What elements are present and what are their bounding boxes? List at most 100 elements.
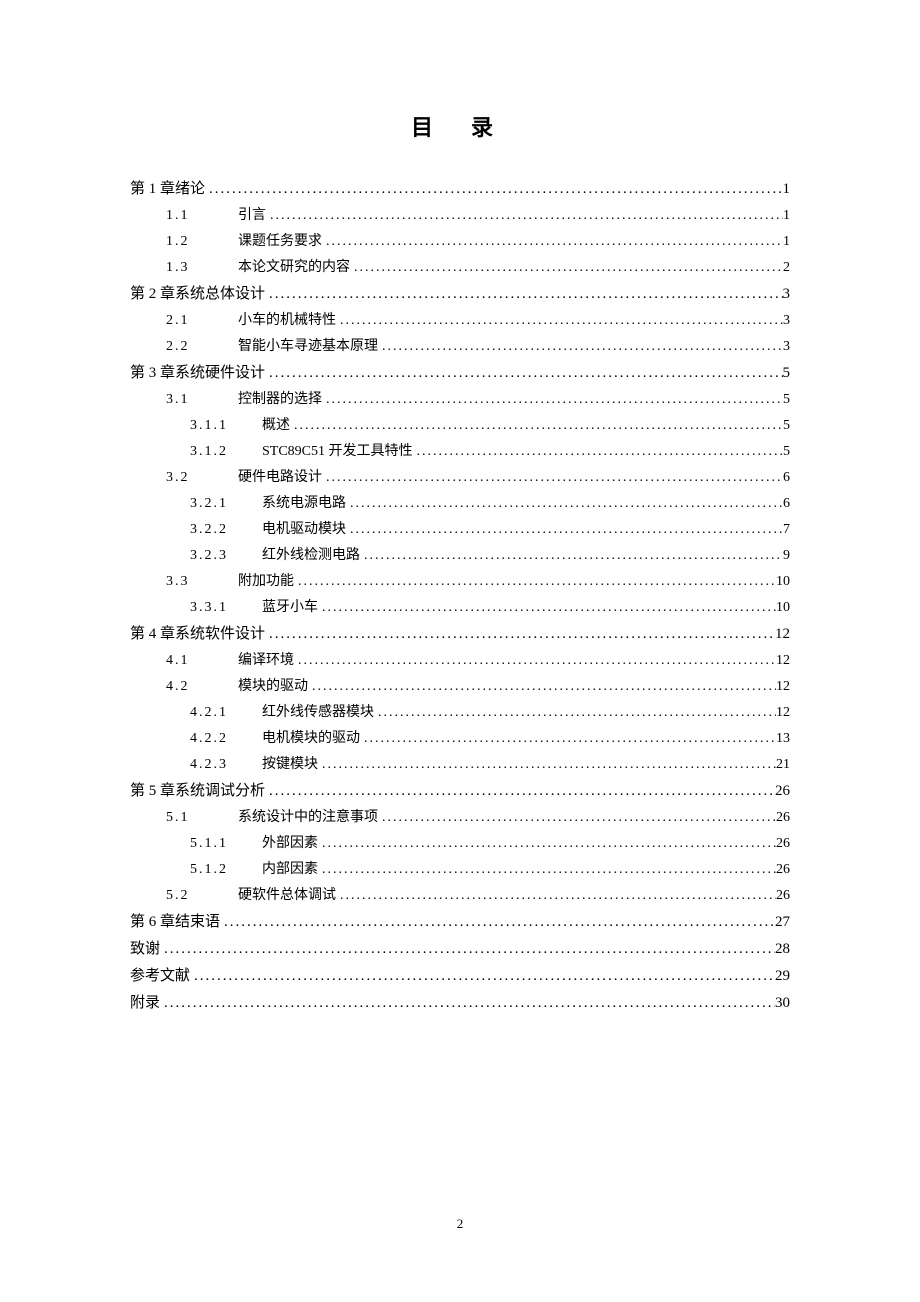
toc-dot-leader [318,601,776,615]
toc-entry: 2.1小车的机械特性3 [130,314,790,328]
toc-entry-page: 5 [783,445,790,459]
toc-entry-number: 5.1 [166,811,238,825]
toc-entry: 5.1系统设计中的注意事项 26 [130,811,790,825]
toc-entry-label: 电机模块的驱动 [262,732,360,746]
toc-entry-page: 12 [776,680,790,694]
toc-dot-leader [350,261,783,275]
toc-entry-page: 12 [776,706,790,720]
toc-entry-number: 2.1 [166,314,238,328]
toc-entry: 3.2硬件电路设计6 [130,471,790,485]
toc-entry: 致谢 28 [130,942,790,957]
toc-entry-page: 29 [775,969,790,984]
toc-entry: 4.2模块的驱动 12 [130,680,790,694]
toc-entry: 1.1引言1 [130,209,790,223]
toc-entry: 第 1 章 绪论1 [130,182,790,197]
toc-dot-leader [265,627,775,642]
toc-entry-number: 3.2.3 [190,549,262,563]
toc-entry-page: 27 [775,915,790,930]
toc-entry-number: 5.1.1 [190,837,262,851]
toc-entry-number: 3.1 [166,393,238,407]
page-number: 2 [0,1216,920,1232]
toc-entry: 5.1.1外部因素 26 [130,837,790,851]
toc-entry: 3.3.1蓝牙小车10 [130,601,790,615]
toc-entry-label: 模块的驱动 [238,680,308,694]
toc-entry-label: 绪论 [175,182,205,197]
toc-entry: 3.2.3红外线检测电路9 [130,549,790,563]
toc-entry-number: 3.2 [166,471,238,485]
toc-entry-label: 内部因素 [262,863,318,877]
toc-dot-leader [205,182,782,197]
toc-dot-leader [374,706,776,720]
toc-entry-label: 参考文献 [130,969,190,984]
toc-entry-page: 12 [776,654,790,668]
toc-entry-label: 智能小车寻迹基本原理 [238,340,378,354]
toc-dot-leader [322,471,783,485]
toc-dot-leader [190,969,775,984]
toc-title: 目 录 [130,110,790,142]
toc-dot-leader [346,497,783,511]
toc-entry-label: 系统软件设计 [175,627,265,642]
toc-dot-leader [266,209,783,223]
toc-entry-label: 引言 [238,209,266,223]
toc-entry: 4.2.1红外线传感器模块 12 [130,706,790,720]
toc-entry-label: STC89C51 开发工具特性 [262,445,413,459]
toc-entry: 4.2.2电机模块的驱动13 [130,732,790,746]
toc-entry: 1.2课题任务要求1 [130,235,790,249]
toc-entry: 3.1.1概述5 [130,419,790,433]
toc-entry-number: 4.1 [166,654,238,668]
toc-dot-leader [308,680,776,694]
toc-entry: 4.2.3按键模块21 [130,758,790,772]
toc-entry-page: 26 [776,889,790,903]
toc-entry-number: 第 1 章 [130,182,175,197]
toc-dot-leader [220,915,775,930]
toc-entry-number: 第 2 章 [130,287,175,302]
toc-entry-label: 本论文研究的内容 [238,261,350,275]
toc-dot-leader [346,523,783,537]
toc-dot-leader [413,445,783,459]
toc-entry-label: 课题任务要求 [238,235,322,249]
toc-entry-page: 30 [775,996,790,1011]
toc-entry-page: 12 [775,627,790,642]
toc-entry-number: 3.3 [166,575,238,589]
toc-entry-label: 概述 [262,419,290,433]
toc-entry-label: 系统调试分析 [175,784,265,799]
toc-entry-page: 26 [776,811,790,825]
toc-entry: 第 6 章 结束语 27 [130,915,790,930]
toc-entry-label: 电机驱动模块 [262,523,346,537]
toc-entry-page: 28 [775,942,790,957]
toc-entry-page: 3 [783,340,790,354]
toc-dot-leader [265,287,782,302]
toc-entry-label: 外部因素 [262,837,318,851]
toc-entry-number: 3.2.1 [190,497,262,511]
toc-entry-label: 致谢 [130,942,160,957]
toc-entry-page: 5 [783,419,790,433]
toc-entry-label: 系统设计中的注意事项 [238,811,378,825]
toc-entry: 参考文献 29 [130,969,790,984]
toc-dot-leader [336,314,783,328]
toc-entry-page: 5 [783,366,791,381]
toc-entry-page: 26 [775,784,790,799]
toc-entry-number: 第 6 章 [130,915,175,930]
toc-entry-label: 系统总体设计 [175,287,265,302]
toc-dot-leader [160,942,775,957]
toc-entry-number: 4.2.1 [190,706,262,720]
toc-dot-leader [378,340,783,354]
toc-dot-leader [378,811,776,825]
toc-entry-number: 4.2.2 [190,732,262,746]
toc-entry-label: 结束语 [175,915,220,930]
toc-entry-number: 5.1.2 [190,863,262,877]
toc-entry-page: 10 [776,575,790,589]
toc-dot-leader [294,654,776,668]
toc-entry-number: 4.2 [166,680,238,694]
toc-entry-page: 3 [783,314,790,328]
toc-entry-page: 6 [783,497,790,511]
toc-entry-page: 26 [776,837,790,851]
toc-dot-leader [360,549,783,563]
toc-entry-number: 1.1 [166,209,238,223]
toc-entry: 3.2.2电机驱动模块7 [130,523,790,537]
toc-entry-page: 5 [783,393,790,407]
toc-entry-number: 3.2.2 [190,523,262,537]
toc-entry-page: 6 [783,471,790,485]
toc-entry: 1.3本论文研究的内容2 [130,261,790,275]
toc-entry-label: 红外线传感器模块 [262,706,374,720]
